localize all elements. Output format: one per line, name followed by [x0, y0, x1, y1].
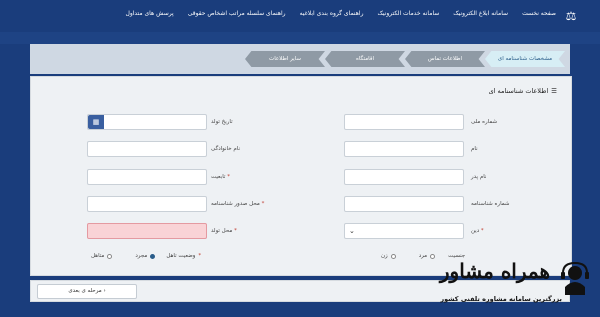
chevron-left-icon: ‹: [103, 288, 106, 294]
wizard-tabs: مشخصات شناسنامه ای اطلاعات تماس اقامتگاه…: [30, 44, 570, 74]
marital-label: وضعیت تاهل: [166, 253, 196, 259]
first-name-label: نام: [471, 146, 478, 152]
gender-female-label: زن: [381, 253, 388, 259]
tab-other-info[interactable]: سایر اطلاعات: [245, 51, 325, 67]
birth-place-label-text: محل تولد: [211, 228, 233, 234]
father-name-input[interactable]: [344, 169, 464, 185]
birth-date-input[interactable]: ▦: [87, 114, 207, 130]
last-name-input[interactable]: [87, 141, 207, 157]
panel-title: ☰ اطلاعات شناسنامه ای: [489, 87, 557, 95]
religion-select[interactable]: ⌄: [344, 223, 464, 239]
id-issue-place-label: * محل صدور شناسنامه: [211, 201, 264, 207]
required-mark: *: [234, 228, 237, 234]
marital-group: * وضعیت تاهل مجرد متاهل: [91, 253, 201, 259]
scales-logo-icon[interactable]: ⚖: [564, 9, 578, 23]
watermark-subtitle: بزرگترین سامانه مشاوره تلفنی کشور: [440, 295, 562, 303]
birth-place-input[interactable]: [87, 223, 207, 239]
marital-single-radio[interactable]: [150, 253, 156, 259]
watermark: همراه مشاور بزرگترین سامانه مشاوره تلفنی…: [392, 255, 592, 315]
id-number-input[interactable]: [344, 196, 464, 212]
marital-married-radio[interactable]: [107, 253, 113, 259]
tab-residence[interactable]: اقامتگاه: [325, 51, 405, 67]
nationality-input[interactable]: [87, 169, 207, 185]
nav-faq[interactable]: پرسش های متداول: [125, 10, 173, 17]
marital-married-label: متاهل: [91, 253, 105, 259]
id-issue-place-input[interactable]: [87, 196, 207, 212]
id-number-label: شماره شناسنامه: [471, 201, 510, 207]
first-name-input[interactable]: [344, 141, 464, 157]
last-name-label: نام خانوادگی: [211, 146, 240, 152]
nav-legal-hierarchy-guide[interactable]: راهنمای سلسله مراتب اشخاص حقوقی: [188, 10, 286, 17]
calendar-icon[interactable]: ▦: [88, 115, 104, 129]
next-step-label: مرحله ی بعدی: [68, 288, 102, 294]
religion-label: * دین: [471, 228, 484, 234]
identity-form-panel: ☰ اطلاعات شناسنامه ای شماره ملی ▦ تاریخ …: [30, 76, 572, 276]
father-name-label: نام پدر: [471, 174, 487, 180]
nav-menu: صفحه نخست سامانه ابلاغ الکترونیک سامانه …: [125, 10, 556, 17]
next-step-button[interactable]: ‹ مرحله ی بعدی: [37, 284, 137, 299]
nationality-label-text: تابعیت: [211, 174, 226, 180]
id-issue-place-label-text: محل صدور شناسنامه: [211, 201, 260, 207]
watermark-title: همراه مشاور: [439, 259, 550, 283]
birth-date-label: تاریخ تولد: [211, 119, 233, 125]
list-icon: ☰: [551, 87, 557, 95]
national-id-label: شماره ملی: [471, 119, 498, 125]
nav-e-notice[interactable]: سامانه ابلاغ الکترونیک: [453, 10, 508, 17]
nav-e-services[interactable]: سامانه خدمات الکترونیک: [377, 10, 439, 17]
advisor-logo-icon: [561, 261, 589, 295]
panel-title-text: اطلاعات شناسنامه ای: [488, 87, 549, 95]
required-mark: *: [198, 253, 202, 259]
top-navigation: ⚖ صفحه نخست سامانه ابلاغ الکترونیک سامان…: [0, 0, 600, 32]
tab-identity[interactable]: مشخصات شناسنامه ای: [485, 51, 565, 67]
required-mark: *: [227, 174, 230, 180]
required-mark: *: [261, 201, 265, 207]
nationality-label: * تابعیت: [211, 174, 230, 180]
birth-place-label: * محل تولد: [211, 228, 237, 234]
marital-single-label: مجرد: [135, 253, 148, 259]
header-band: [0, 32, 600, 44]
required-mark: *: [480, 228, 484, 234]
national-id-input[interactable]: [344, 114, 464, 130]
religion-label-text: دین: [471, 228, 480, 234]
chevron-down-icon: ⌄: [349, 227, 355, 235]
nav-grouping-guide[interactable]: راهنمای گروه بندی ابلاغیه: [300, 10, 364, 17]
tab-contact[interactable]: اطلاعات تماس: [405, 51, 485, 67]
nav-home[interactable]: صفحه نخست: [522, 10, 556, 17]
